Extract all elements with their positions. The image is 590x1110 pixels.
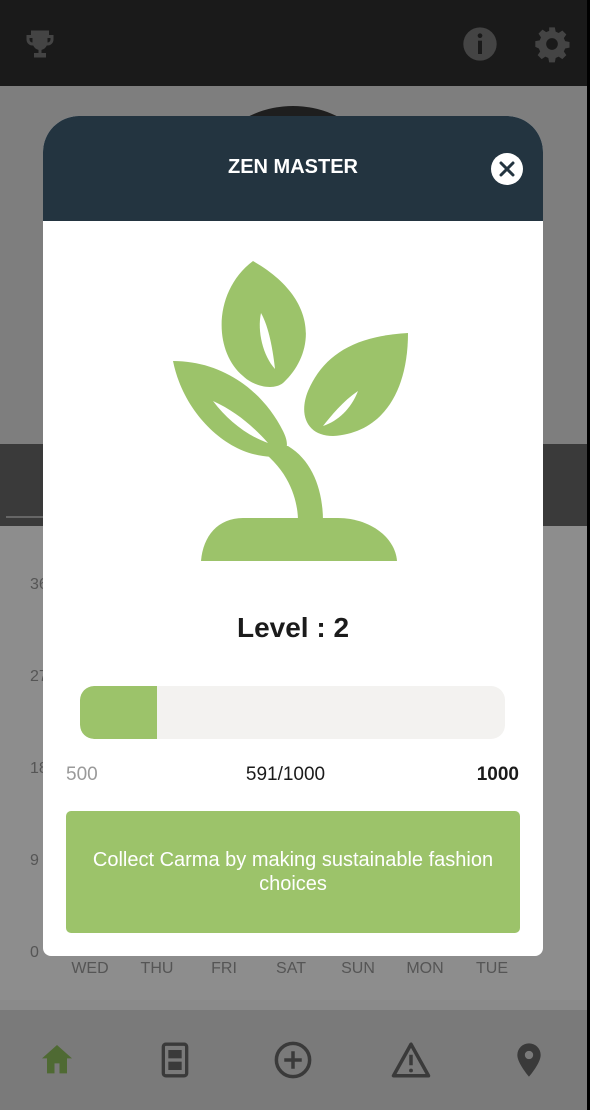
progress-fill (80, 686, 157, 739)
level-text: Level : 2 (236, 612, 350, 643)
dialog-title: ZEN MASTER (228, 156, 358, 178)
add-circle-icon[interactable] (271, 1038, 315, 1082)
bottom-nav (0, 1010, 587, 1110)
day-label: FRI (211, 960, 237, 977)
close-icon (499, 161, 515, 177)
day-label: SAT (276, 960, 306, 977)
dialog-header: ZEN MASTER (43, 116, 543, 221)
wardrobe-icon[interactable] (153, 1038, 197, 1082)
progress-current-label: 591/1000 (245, 764, 326, 785)
level-dialog: ZEN MASTER Level : 2 500 591/1000 1000 C… (43, 116, 543, 956)
home-icon[interactable] (35, 1038, 79, 1082)
plant-icon (173, 261, 408, 561)
y-axis-label: 9 (30, 852, 39, 869)
progress-max-label: 1000 (476, 764, 519, 785)
top-bar (0, 0, 587, 86)
day-label: MON (406, 960, 444, 977)
progress-min-label: 500 (66, 764, 98, 785)
close-button[interactable] (491, 153, 523, 185)
location-icon[interactable] (507, 1038, 551, 1082)
day-label: TUE (476, 960, 508, 977)
info-icon[interactable] (458, 22, 502, 66)
day-label: WED (71, 960, 109, 977)
warning-icon[interactable] (389, 1038, 433, 1082)
day-labels: WED THU FRI SAT SUN MON TUE (0, 960, 587, 980)
info-message: Collect Carma by making sustainable fash… (66, 811, 520, 933)
day-label: SUN (341, 960, 375, 977)
trophy-icon[interactable] (18, 22, 62, 66)
progress-bar (80, 686, 505, 739)
gear-icon[interactable] (530, 22, 574, 66)
day-label: THU (140, 960, 174, 977)
